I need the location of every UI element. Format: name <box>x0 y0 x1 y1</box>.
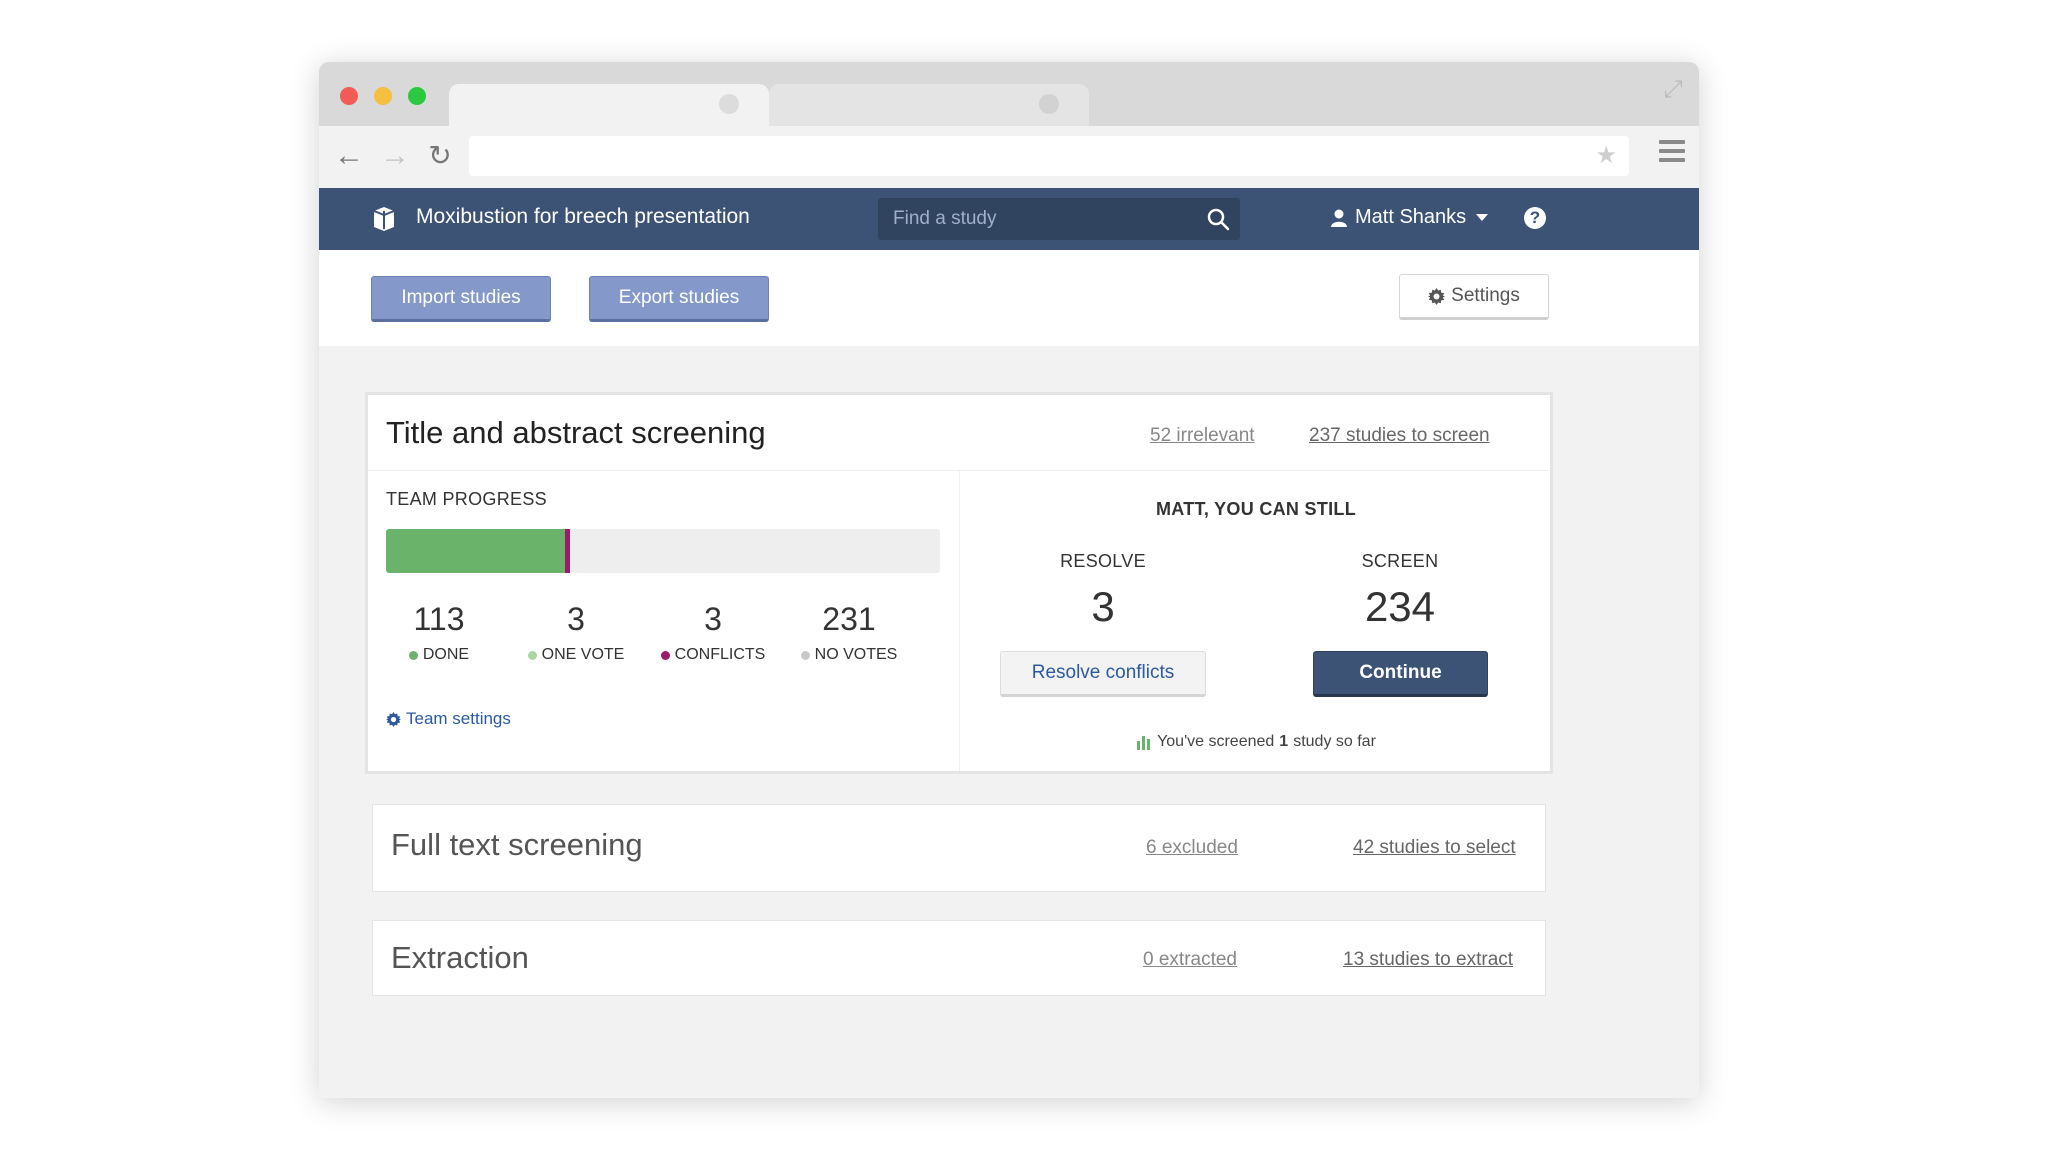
team-settings-label: Team settings <box>406 709 511 728</box>
full-text-card[interactable]: Full text screening 6 excluded 42 studie… <box>372 804 1546 892</box>
screened-prefix: You've screened <box>1157 733 1275 750</box>
stat-value: 3 <box>704 601 722 637</box>
bookmark-star-icon[interactable]: ★ <box>1595 141 1617 171</box>
stat-no-votes: 231 NO VOTES <box>784 601 914 664</box>
stat-label: NO VOTES <box>814 646 898 663</box>
user-name: Matt Shanks <box>1355 206 1467 228</box>
screened-suffix: study so far <box>1293 733 1376 750</box>
stat-label: CONFLICTS <box>674 646 766 663</box>
project-title[interactable]: Moxibustion for breech presentation <box>416 205 750 229</box>
resolve-label: RESOLVE <box>1060 551 1146 571</box>
settings-label: Settings <box>1451 285 1520 306</box>
tab-close-icon[interactable] <box>719 94 739 114</box>
progress-done-segment <box>386 529 566 573</box>
minimize-window-button[interactable] <box>374 87 392 105</box>
gear-icon <box>386 711 401 727</box>
can-still-heading: MATT, YOU CAN STILL <box>1155 499 1357 519</box>
stat-value: 231 <box>822 601 876 637</box>
toolbar: Import studies Export studies Settings <box>319 250 1699 346</box>
studies-to-screen-link[interactable]: 237 studies to screen <box>1309 425 1490 447</box>
stat-value: 113 <box>413 601 465 637</box>
stat-done: 113 DONE <box>374 601 504 664</box>
browser-titlebar: ⤢ <box>319 62 1699 126</box>
card-header: Title and abstract screening 52 irreleva… <box>368 395 1550 471</box>
done-dot-icon <box>408 650 418 660</box>
card-title: Full text screening <box>391 827 643 862</box>
studies-to-extract-link[interactable]: 13 studies to extract <box>1343 949 1513 971</box>
forward-arrow-icon[interactable]: → <box>377 138 413 174</box>
reload-icon[interactable]: ↻ <box>422 138 458 174</box>
extraction-card[interactable]: Extraction 0 extracted 13 studies to ext… <box>372 920 1546 996</box>
import-studies-button[interactable]: Import studies <box>371 276 551 322</box>
browser-tab-inactive[interactable] <box>769 84 1089 126</box>
app-logo-icon <box>373 207 395 231</box>
stat-label: ONE VOTE <box>541 646 625 663</box>
stat-value: 3 <box>567 601 585 637</box>
gear-icon <box>1428 287 1446 305</box>
search-input[interactable] <box>878 198 1188 240</box>
extracted-link[interactable]: 0 extracted <box>1143 949 1237 971</box>
close-window-button[interactable] <box>340 87 358 105</box>
browser-tab-active[interactable] <box>449 84 769 126</box>
excluded-link[interactable]: 6 excluded <box>1146 837 1238 859</box>
team-progress-bar <box>386 529 940 573</box>
user-icon <box>1331 209 1347 227</box>
bar-chart-icon <box>1137 736 1151 750</box>
app-header: Moxibustion for breech presentation Matt… <box>319 188 1699 250</box>
your-actions-panel: MATT, YOU CAN STILL RESOLVE 3 SCREEN 234… <box>961 471 1551 771</box>
team-settings-link[interactable]: Team settings <box>386 709 511 729</box>
address-bar[interactable]: ★ <box>469 136 1629 176</box>
resolve-conflicts-button[interactable]: Resolve conflicts <box>1000 651 1206 697</box>
card-title: Title and abstract screening <box>386 415 766 450</box>
one-vote-dot-icon <box>527 650 537 660</box>
study-search <box>878 198 1240 240</box>
continue-button[interactable]: Continue <box>1313 651 1488 697</box>
search-icon[interactable] <box>1206 207 1230 231</box>
browser-window: ⤢ ← → ↻ ★ Moxibustion for breech present… <box>319 62 1699 1098</box>
screen-count: 234 <box>1364 583 1436 630</box>
browser-navbar: ← → ↻ ★ <box>319 126 1699 188</box>
progress-conflict-segment <box>565 529 571 573</box>
card-title: Extraction <box>391 940 529 975</box>
team-progress-panel: TEAM PROGRESS 113 DONE 3 ONE VOTE 3 CONF… <box>368 471 960 771</box>
resolve-count: 3 <box>1091 583 1115 630</box>
irrelevant-link[interactable]: 52 irrelevant <box>1150 425 1255 447</box>
maximize-window-button[interactable] <box>408 87 426 105</box>
no-votes-dot-icon <box>800 650 810 660</box>
studies-to-select-link[interactable]: 42 studies to select <box>1353 837 1516 859</box>
stat-one-vote: 3 ONE VOTE <box>511 601 641 664</box>
screened-count: 1 <box>1279 733 1289 750</box>
stat-label: DONE <box>422 646 470 663</box>
user-menu[interactable]: Matt Shanks <box>1331 206 1489 229</box>
help-icon[interactable]: ? <box>1524 207 1546 229</box>
chevron-down-icon <box>1476 214 1489 221</box>
team-progress-label: TEAM PROGRESS <box>386 489 547 509</box>
browser-menu-icon[interactable] <box>1659 140 1685 170</box>
conflicts-dot-icon <box>660 650 670 660</box>
fullscreen-icon[interactable]: ⤢ <box>1659 76 1687 104</box>
export-studies-button[interactable]: Export studies <box>589 276 769 322</box>
screened-note: You've screened 1 study so far <box>961 733 1551 751</box>
screen-label: SCREEN <box>1361 551 1439 571</box>
tab-close-icon[interactable] <box>1039 94 1059 114</box>
title-abstract-card: Title and abstract screening 52 irreleva… <box>365 392 1553 774</box>
back-arrow-icon[interactable]: ← <box>331 138 367 174</box>
settings-button[interactable]: Settings <box>1399 274 1549 320</box>
stat-conflicts: 3 CONFLICTS <box>648 601 778 664</box>
